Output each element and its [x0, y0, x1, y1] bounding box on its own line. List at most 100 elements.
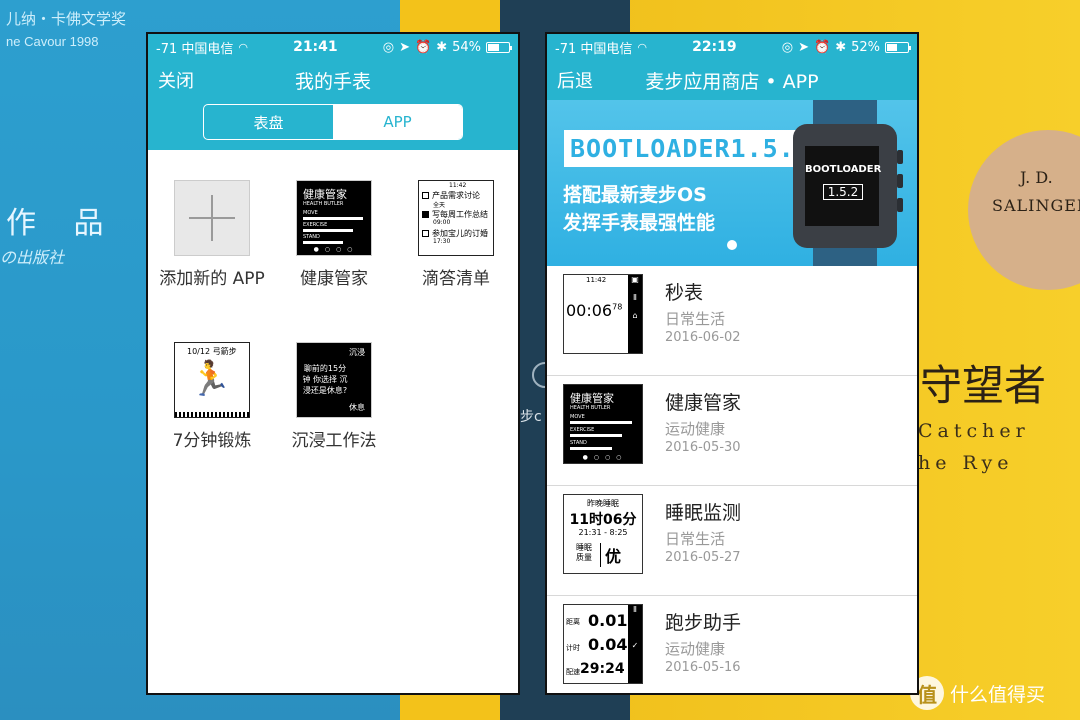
- app-date: 2016-05-27: [665, 550, 741, 565]
- battery-percent: 52%: [851, 39, 880, 55]
- app-7min-workout[interactable]: 10/12 弓箭步 🏃 7分钟锻炼: [152, 342, 272, 451]
- book-right-author-2: SALINGER: [992, 196, 1080, 215]
- todo-item: 产品需求讨论: [422, 190, 480, 201]
- list-item[interactable]: 11:42 00:0678 ▣ Ⅱ ⌂ 秒表 日常生活 2016-06-02: [547, 266, 917, 376]
- app-category: 运动健康: [665, 640, 726, 658]
- watch-screen: BOOTLOADER 1.5.2: [805, 146, 882, 226]
- page-dots: ● ○ ○ ○: [313, 246, 355, 253]
- page-dots: ● ○ ○ ○: [582, 454, 624, 461]
- status-time: 22:19: [692, 39, 737, 55]
- list-item[interactable]: 距离 0.01 计时 0.04 配速 29:24 Ⅱ ✓ 跑步助手 运动健康 20…: [547, 596, 917, 693]
- thumb-row: MOVE: [303, 210, 318, 216]
- phone-right: -71 中国电信 ◠ 22:19 ◎ ➤ ⏰ ✱ 52% 后退 麦步应用商店 •…: [545, 32, 919, 695]
- app-label: 7分钟锻炼: [172, 431, 252, 451]
- app-immersive-work[interactable]: 沉浸 聊前的15分钟 你选择 沉浸还是休息? 休息 沉浸工作法: [274, 342, 394, 451]
- add-app-thumb[interactable]: [174, 180, 250, 256]
- app-add-new[interactable]: 添加新的 APP: [152, 180, 272, 289]
- page-title: 我的手表: [294, 71, 371, 93]
- thumb-top: 沉浸: [349, 348, 365, 357]
- battery-icon: [885, 41, 911, 53]
- list-item[interactable]: 健康管家 HEALTH BUTLER MOVE EXERCISE STAND ●…: [547, 376, 917, 486]
- banner-line-2: 发挥手表最强性能: [563, 212, 716, 234]
- app-ticktick[interactable]: 11:42 产品需求讨论 全天 写每周工作总结 09:00 参加宝儿的订婚 17…: [396, 180, 516, 289]
- banner-watch-strap: [813, 246, 877, 266]
- app-label: 添加新的 APP: [159, 269, 265, 289]
- nav-bar: 关闭 我的手表: [148, 60, 518, 100]
- thumb-row: EXERCISE: [303, 222, 328, 228]
- status-bar: -71 中国电信 ◠ 22:19 ◎ ➤ ⏰ ✱ 52%: [547, 34, 917, 60]
- segmented-control: 表盘 APP: [203, 104, 463, 140]
- bluetooth-icon: ✱: [835, 39, 847, 55]
- promo-banner[interactable]: BOOTLOADER1.5.2 搭配最新麦步OS 发挥手表最强性能 BOOTLO…: [547, 100, 917, 266]
- app-thumb[interactable]: 沉浸 聊前的15分钟 你选择 沉浸还是休息? 休息: [296, 342, 372, 418]
- book-right-title-cn: 守望者: [920, 361, 1047, 410]
- list-item[interactable]: 昨晚睡眠 11时06分 21:31 - 8:25 睡眠 质量 优 睡眠监测 日常…: [547, 486, 917, 596]
- carousel-dot[interactable]: [727, 240, 737, 250]
- watch-version: 1.5.2: [823, 184, 863, 200]
- todo-time: 17:30: [433, 238, 451, 245]
- stopwatch-controls-icon: ▣ Ⅱ ⌂: [628, 275, 642, 353]
- bluetooth-icon: ✱: [436, 39, 448, 55]
- todo-time: 09:00: [433, 219, 451, 226]
- app-label: 沉浸工作法: [291, 431, 377, 451]
- status-bar: -71 中国电信 ◠ 21:41 ◎ ➤ ⏰ ✱ 54%: [148, 34, 518, 60]
- thumb-bar: [303, 241, 343, 244]
- book-left-title: 儿纳・卡佛文学奖: [6, 10, 127, 28]
- thumb-bar: [303, 217, 363, 220]
- banner-line-1: 搭配最新麦步OS: [563, 184, 707, 206]
- book-right-author-1: J. D.: [1020, 168, 1053, 187]
- lock-rotation-icon: ◎: [781, 39, 794, 55]
- book-left-publisher: の出版社: [0, 248, 65, 267]
- book-left-subtitle: ne Cavour 1998: [6, 34, 99, 49]
- plus-icon: [189, 195, 235, 241]
- app-thumb[interactable]: 健康管家 HEALTH BUTLER MOVE EXERCISE STAND ●…: [296, 180, 372, 256]
- app-name: 健康管家: [665, 392, 742, 414]
- book-right-title-en-2: he Rye: [918, 452, 1014, 474]
- thumb-value: 00:0678: [566, 301, 623, 320]
- strap-text: 步c: [520, 409, 542, 425]
- todo-time: 全天: [433, 202, 446, 209]
- tab-app[interactable]: APP: [333, 105, 462, 139]
- wifi-icon: ◠: [637, 40, 647, 54]
- watermark: 值 什么值得买: [910, 676, 1045, 710]
- app-label: 健康管家: [300, 269, 368, 289]
- app-name: 跑步助手: [665, 612, 742, 634]
- exercise-figure-icon: 🏃: [189, 359, 232, 399]
- book-left-big-text: 作 品: [6, 206, 118, 241]
- app-date: 2016-06-02: [665, 330, 741, 345]
- thumb-sub: HEALTH BUTLER: [303, 201, 344, 207]
- alarm-icon: ⏰: [814, 39, 831, 55]
- app-health-butler[interactable]: 健康管家 HEALTH BUTLER MOVE EXERCISE STAND ●…: [274, 180, 394, 289]
- thumb-title: 健康管家: [303, 188, 347, 201]
- watch-label: BOOTLOADER: [805, 164, 882, 175]
- app-label: 滴答清单: [422, 269, 490, 289]
- app-date: 2016-05-30: [665, 440, 741, 455]
- app-thumb[interactable]: 10/12 弓箭步 🏃: [174, 342, 250, 418]
- thumb-time: 11:42: [586, 276, 607, 284]
- app-name: 睡眠监测: [665, 502, 742, 524]
- watermark-text: 什么值得买: [950, 683, 1046, 706]
- thumb-row: STAND: [303, 234, 320, 240]
- status-time: 21:41: [293, 39, 338, 55]
- left-header: -71 中国电信 ◠ 21:41 ◎ ➤ ⏰ ✱ 54% 关闭 我的手表 表盘 …: [148, 34, 518, 150]
- lock-rotation-icon: ◎: [382, 39, 395, 55]
- app-thumb: 11:42 00:0678 ▣ Ⅱ ⌂: [563, 274, 643, 354]
- banner-title: BOOTLOADER1.5.2: [564, 130, 817, 167]
- todo-item: 参加宝儿的订婚: [422, 228, 488, 239]
- battery-icon: [486, 41, 512, 53]
- app-category: 运动健康: [665, 420, 726, 438]
- page-title: 麦步应用商店 • APP: [645, 71, 819, 93]
- thumb-time: 11:42: [449, 182, 467, 189]
- battery-percent: 54%: [452, 39, 481, 55]
- app-grid: 添加新的 APP 健康管家 HEALTH BUTLER MOVE EXERCIS…: [148, 150, 518, 670]
- location-icon: ➤: [399, 39, 410, 55]
- thumb-body: 聊前的15分钟 你选择 沉浸还是休息?: [302, 364, 348, 395]
- app-category: 日常生活: [665, 310, 726, 328]
- carrier-label: -71 中国电信: [156, 41, 234, 57]
- tab-watchface[interactable]: 表盘: [204, 105, 333, 139]
- wifi-icon: ◠: [238, 40, 248, 54]
- thumb-bottom: 休息: [349, 403, 365, 412]
- app-thumb[interactable]: 11:42 产品需求讨论 全天 写每周工作总结 09:00 参加宝儿的订婚 17…: [418, 180, 494, 256]
- app-name: 秒表: [665, 282, 704, 304]
- run-controls-icon: Ⅱ ✓: [628, 605, 642, 683]
